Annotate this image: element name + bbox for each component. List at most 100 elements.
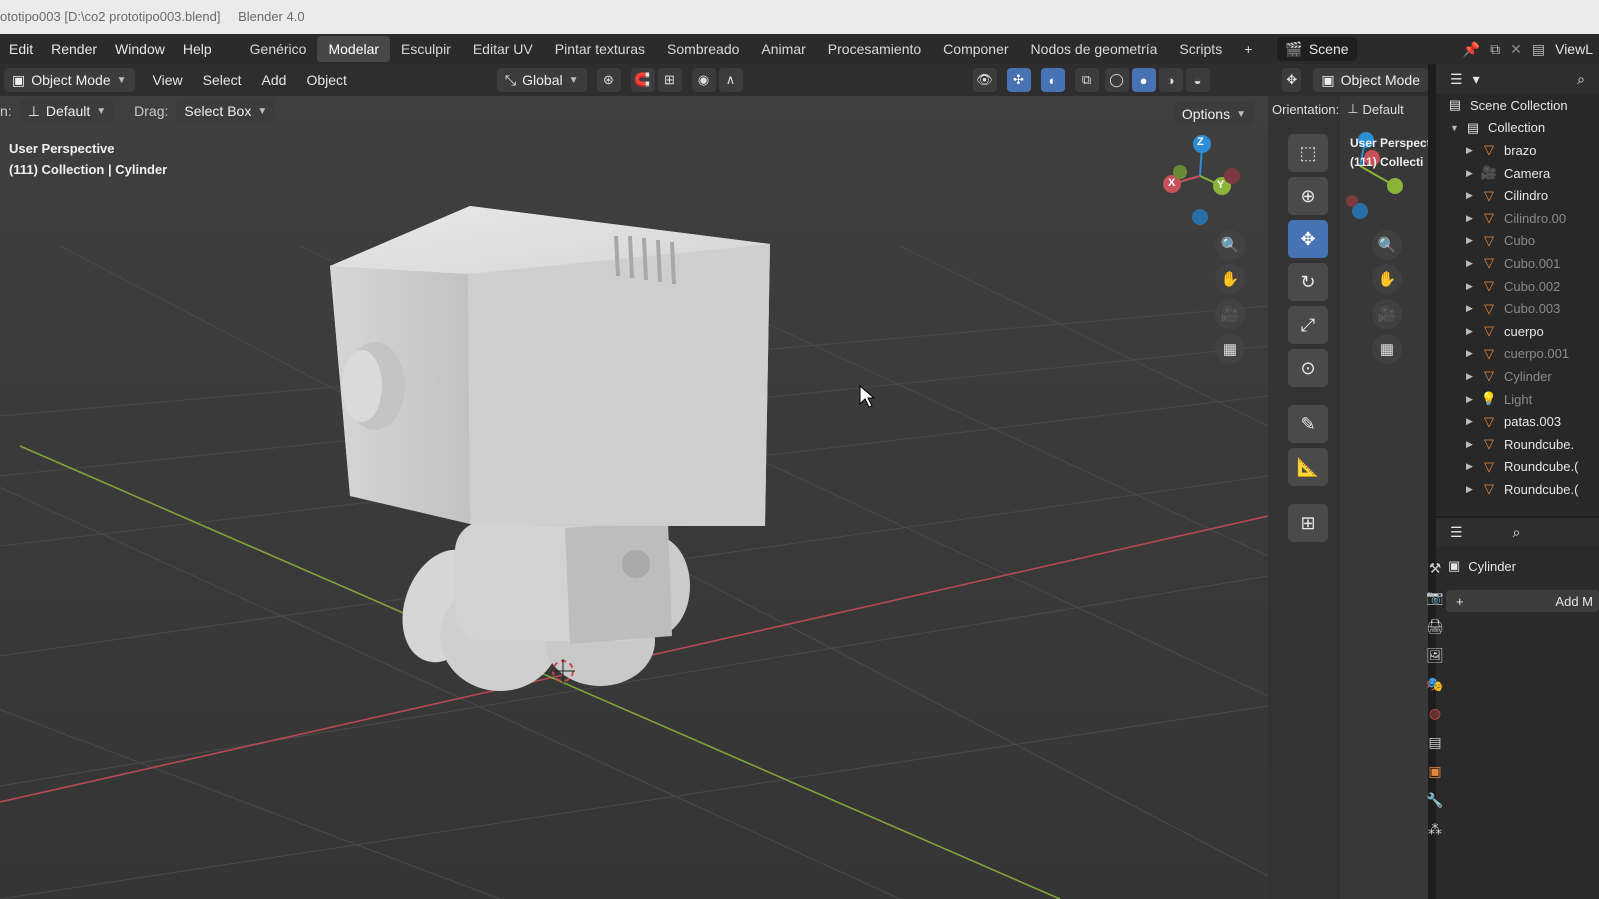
outliner[interactable]: ☰ ▾ ⌕ ▤ Scene Collection ▼ ▤ Collection …	[1436, 64, 1599, 516]
filter-icon[interactable]: ▾	[1473, 71, 1480, 88]
search-icon[interactable]: ⌕	[1577, 71, 1585, 88]
expand-arrow-icon[interactable]: ▼	[1450, 123, 1464, 133]
scene-collection-row[interactable]: ▤ Scene Collection	[1436, 94, 1599, 117]
expand-arrow-icon[interactable]: ▶	[1466, 213, 1480, 224]
render-tab-icon[interactable]: 📷	[1426, 589, 1443, 606]
outliner-item[interactable]: ▶ ▽ cuerpo.001	[1436, 343, 1599, 366]
falloff-icon[interactable]: ∧	[718, 68, 743, 92]
ortho-grid-icon[interactable]: ▦	[1215, 334, 1245, 364]
expand-arrow-icon[interactable]: ▶	[1466, 281, 1480, 292]
gizmo-y-label[interactable]: Y	[1217, 179, 1224, 191]
menu-render[interactable]: Render	[42, 34, 106, 64]
expand-arrow-icon[interactable]: ▶	[1466, 394, 1480, 405]
pan-hand-icon[interactable]: ✋	[1215, 264, 1245, 294]
expand-arrow-icon[interactable]: ▶	[1466, 168, 1480, 179]
add-modifier-button[interactable]: + Add M	[1446, 590, 1599, 612]
tab-scripts[interactable]: Scripts	[1168, 36, 1233, 62]
outliner-item[interactable]: ▶ ▽ cuerpo	[1436, 320, 1599, 343]
view-layer-name[interactable]: ViewL	[1555, 41, 1593, 57]
transform-orientation-dropdown[interactable]: ⤡ Global ▼	[496, 68, 587, 92]
select-box-tool-icon[interactable]: ⬚	[1288, 134, 1328, 172]
visibility-filter-icon[interactable]: 👁	[972, 68, 997, 92]
snap-increment-icon[interactable]: ⊞	[657, 68, 682, 92]
expand-arrow-icon[interactable]: ▶	[1466, 416, 1480, 427]
zoom-icon[interactable]: 🔍	[1215, 230, 1245, 260]
expand-arrow-icon[interactable]: ▶	[1466, 190, 1480, 201]
view-layer-icon[interactable]: ▤	[1532, 41, 1545, 58]
search-icon[interactable]: ⌕	[1513, 524, 1521, 541]
outliner-item[interactable]: ▶ 💡 Light	[1436, 388, 1599, 411]
tool-tab-icon[interactable]: ⚒	[1429, 560, 1442, 577]
menu-add[interactable]: Add	[252, 72, 297, 88]
display-mode-icon[interactable]: ☰	[1450, 71, 1463, 88]
tab-nodos-geometria[interactable]: Nodos de geometría	[1020, 36, 1169, 62]
tab-animar[interactable]: Animar	[750, 36, 816, 62]
material-shading-icon[interactable]: ◑	[1158, 68, 1183, 92]
tab-procesamiento[interactable]: Procesamiento	[817, 36, 932, 62]
camera-view-icon[interactable]: 🎥	[1215, 299, 1245, 329]
transform-tool-icon[interactable]: ⊙	[1288, 349, 1328, 387]
outliner-item[interactable]: ▶ ▽ Cubo.001	[1436, 252, 1599, 275]
add-workspace-button[interactable]: +	[1233, 36, 1263, 62]
tab-componer[interactable]: Componer	[932, 36, 1019, 62]
mode-selector[interactable]: ▣ Object Mode ▼	[4, 68, 135, 92]
scene-selector[interactable]: 🎬 Scene	[1277, 37, 1357, 61]
tab-esculpir[interactable]: Esculpir	[390, 36, 462, 62]
expand-arrow-icon[interactable]: ▶	[1466, 258, 1480, 269]
editor-type-icon[interactable]: ✥	[1282, 68, 1302, 92]
move-tool-icon[interactable]: ✥	[1288, 220, 1328, 258]
menu-select[interactable]: Select	[193, 72, 252, 88]
collection-tab-icon[interactable]: ▤	[1428, 734, 1441, 751]
secondary-viewport[interactable]: 🔍 ✋ 🎥 ▦	[1320, 96, 1428, 899]
secondary-orientation-value[interactable]: Default	[1363, 102, 1404, 117]
xray-toggle-icon[interactable]: ⧉	[1074, 68, 1099, 92]
outliner-item[interactable]: ▶ ▽ Roundcube.	[1436, 433, 1599, 456]
menu-window[interactable]: Window	[106, 34, 174, 64]
outliner-item[interactable]: ▶ ▽ Cilindro.00	[1436, 207, 1599, 230]
tab-generico[interactable]: Genérico	[239, 36, 318, 62]
menu-view[interactable]: View	[143, 72, 193, 88]
outliner-item[interactable]: ▶ ▽ patas.003	[1436, 410, 1599, 433]
outliner-item[interactable]: ▶ ▽ brazo	[1436, 139, 1599, 162]
rotate-tool-icon[interactable]: ↻	[1288, 263, 1328, 301]
expand-arrow-icon[interactable]: ▶	[1466, 461, 1480, 472]
expand-arrow-icon[interactable]: ▶	[1466, 326, 1480, 337]
expand-arrow-icon[interactable]: ▶	[1466, 235, 1480, 246]
outliner-item[interactable]: ▶ ▽ Cubo.003	[1436, 297, 1599, 320]
pivot-point-icon[interactable]: ⊛	[596, 68, 621, 92]
rendered-shading-icon[interactable]: ◒	[1185, 68, 1210, 92]
expand-arrow-icon[interactable]: ▶	[1466, 484, 1480, 495]
new-scene-icon[interactable]: ⧉	[1490, 41, 1500, 58]
gizmo-z-label[interactable]: Z	[1197, 136, 1204, 148]
editor-type-icon[interactable]: ☰	[1450, 524, 1463, 541]
proportional-editing-icon[interactable]: ◉	[691, 68, 716, 92]
orientation-default-dropdown[interactable]: ⊥ Default ▼	[19, 99, 115, 123]
expand-arrow-icon[interactable]: ▶	[1466, 371, 1480, 382]
3d-viewport[interactable]: User Perspective (111) Collection | Cyli…	[0, 96, 1268, 899]
output-tab-icon[interactable]: 🖨	[1426, 618, 1444, 635]
outliner-item[interactable]: ▶ ▽ Cubo.002	[1436, 275, 1599, 298]
outliner-item[interactable]: ▶ ▽ Roundcube.(	[1436, 478, 1599, 501]
properties-editor[interactable]: ☰ ⌕ ▣ Cylinder + Add M	[1436, 518, 1599, 899]
annotate-tool-icon[interactable]: ✎	[1288, 405, 1328, 443]
expand-arrow-icon[interactable]: ▶	[1466, 439, 1480, 450]
pan-hand-icon[interactable]: ✋	[1372, 264, 1402, 294]
tab-modelar[interactable]: Modelar	[317, 36, 391, 62]
object-tab-icon[interactable]: ▣	[1428, 763, 1441, 780]
outliner-item[interactable]: ▶ ▽ Cilindro	[1436, 184, 1599, 207]
close-scene-icon[interactable]: ✕	[1510, 41, 1522, 58]
drag-select-dropdown[interactable]: Select Box ▼	[176, 99, 276, 123]
outliner-item[interactable]: ▶ ▽ Cubo	[1436, 230, 1599, 253]
snap-icon[interactable]: 🧲	[630, 68, 655, 92]
scene-tab-icon[interactable]: 🎭	[1426, 676, 1443, 693]
outliner-item[interactable]: ▶ ▽ Cylinder	[1436, 365, 1599, 388]
gizmo-toggle-icon[interactable]: ✣	[1006, 68, 1031, 92]
scale-tool-icon[interactable]: ⤢	[1288, 306, 1328, 344]
view-layer-tab-icon[interactable]: 🖼	[1426, 647, 1444, 664]
solid-shading-icon[interactable]: ●	[1131, 68, 1156, 92]
expand-arrow-icon[interactable]: ▶	[1466, 303, 1480, 314]
menu-object[interactable]: Object	[296, 72, 356, 88]
ortho-grid-icon[interactable]: ▦	[1372, 334, 1402, 364]
collection-row[interactable]: ▼ ▤ Collection	[1436, 117, 1599, 140]
wireframe-shading-icon[interactable]: ◯	[1104, 68, 1129, 92]
